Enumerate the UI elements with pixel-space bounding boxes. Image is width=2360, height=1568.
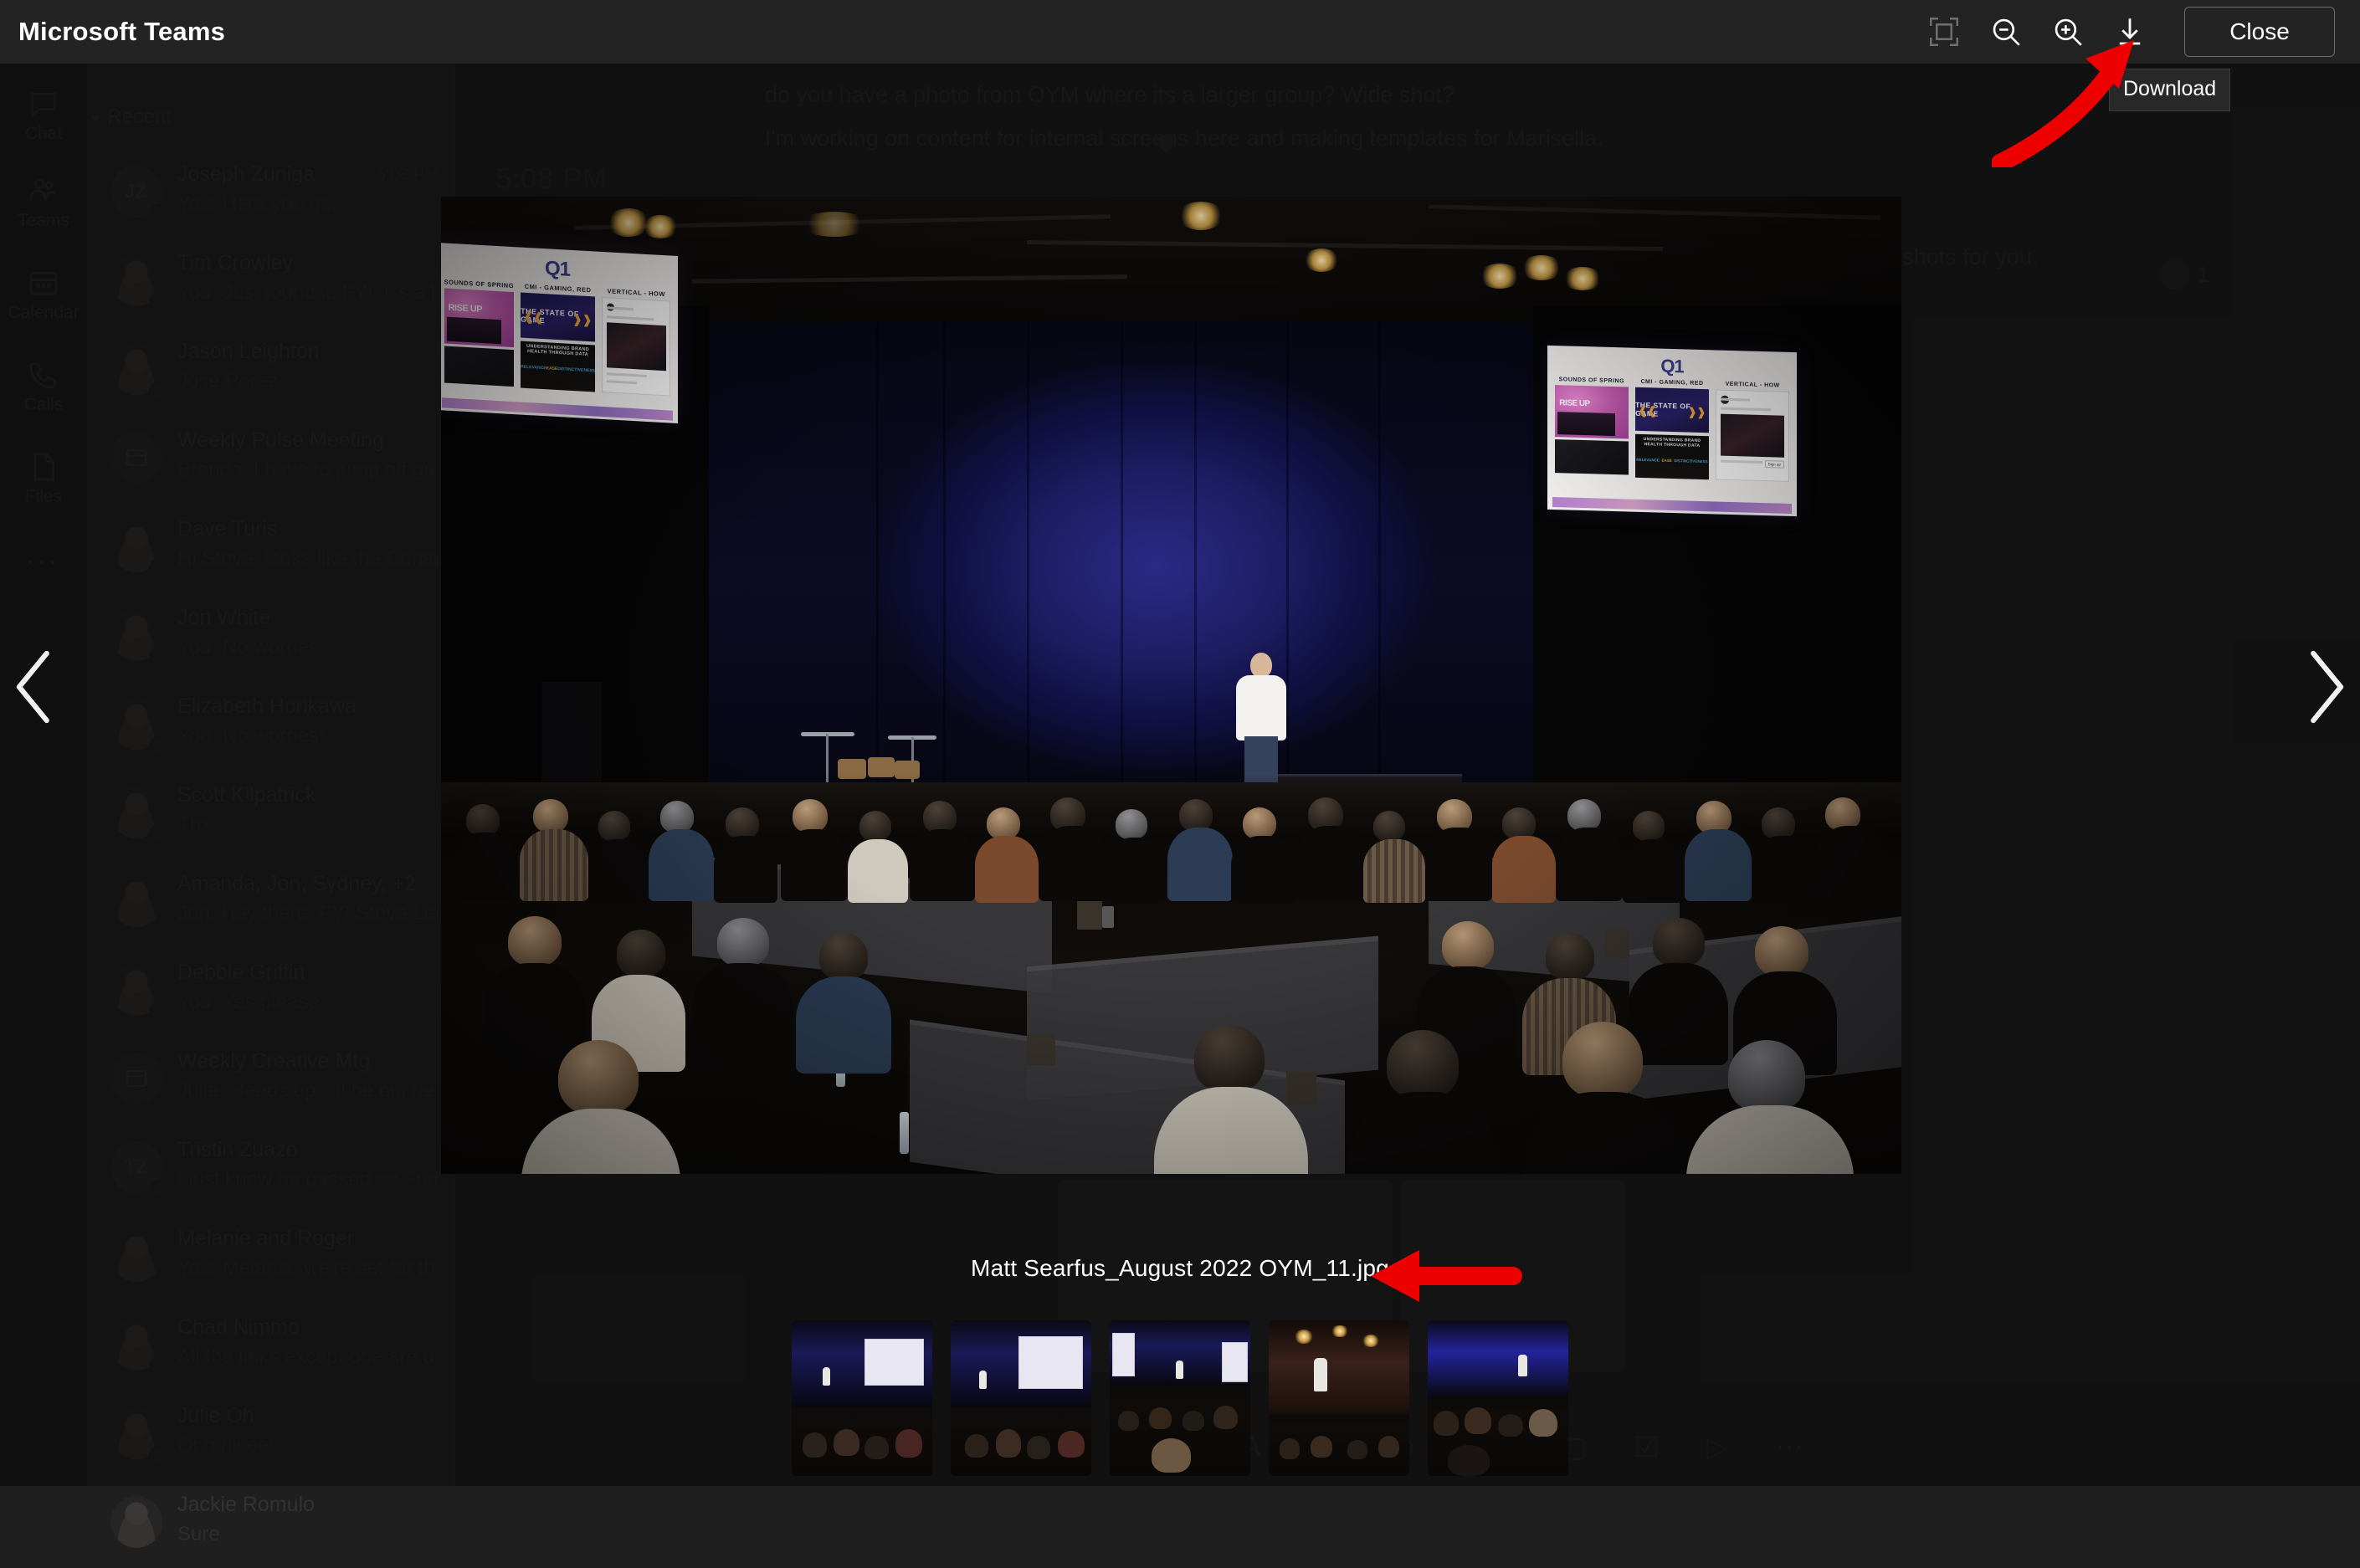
zoom-out-icon[interactable] (1975, 1, 2037, 63)
thumbnail-item[interactable] (1428, 1320, 1568, 1476)
download-tooltip: Download (2109, 69, 2230, 111)
avatar (110, 1496, 162, 1548)
projection-screen-right: Q1 SOUNDS OF SPRING RISE UP CMI - GAMING… (1547, 346, 1797, 516)
chat-preview: Sure (177, 1523, 1433, 1546)
previous-image-button[interactable] (5, 644, 67, 730)
brand-pillar: RELEVANCE (521, 364, 546, 371)
download-icon[interactable] (2099, 1, 2161, 63)
thumbnail-item[interactable] (1110, 1320, 1250, 1476)
slide-tile-label: RISE UP (1559, 398, 1590, 408)
slide-column-heading: VERTICAL - HOW (1716, 381, 1789, 388)
fit-to-screen-icon[interactable] (1913, 1, 1975, 63)
slide-cta-button: Sign up (1765, 460, 1784, 469)
slide-column-heading: SOUNDS OF SPRING (1555, 377, 1629, 384)
main-image[interactable]: Q1 SOUNDS OF SPRING RISE UP CMI - GAMING… (441, 197, 1901, 1174)
close-button[interactable]: Close (2184, 7, 2335, 57)
photo-caption-filename: Matt Searfus_August 2022 OYM_11.jpg (0, 1255, 2360, 1282)
viewer-title: Microsoft Teams (18, 17, 225, 47)
slide-column-heading: SOUNDS OF SPRING (444, 278, 514, 290)
slide-tile-label: RISE UP (449, 303, 483, 315)
photo-canvas: Q1 SOUNDS OF SPRING RISE UP CMI - GAMING… (441, 197, 1901, 1174)
audience (441, 774, 1901, 1174)
chat-name: Jackie Romulo (177, 1493, 428, 1517)
brand-pillar: DISTINCTIVENESS (1674, 459, 1707, 464)
slide-column-heading: VERTICAL - HOW (602, 287, 670, 299)
thumbnail-item[interactable] (792, 1320, 932, 1476)
brand-pillar: RELEVANCE (1636, 458, 1659, 463)
slide-column-heading: CMI - GAMING, RED (1635, 379, 1709, 387)
stage-monitor-speaker (541, 682, 602, 782)
image-viewer-toolbar: Microsoft Teams Close (0, 0, 2360, 64)
slide-tile-label: UNDERSTANDING BRAND HEALTH THROUGH DATA (521, 344, 595, 358)
slide-tile-label: UNDERSTANDING BRAND HEALTH THROUGH DATA (1635, 437, 1709, 448)
thumbnail-item[interactable] (1269, 1320, 1409, 1476)
zoom-in-icon[interactable] (2037, 1, 2099, 63)
next-image-button[interactable] (2293, 644, 2355, 730)
brand-pillar: DISTINCTIVENESS (557, 366, 595, 374)
brand-pillar: EASE (546, 366, 558, 372)
projection-screen-left: Q1 SOUNDS OF SPRING RISE UP CMI - GAMING… (441, 243, 678, 423)
thumbnail-item[interactable] (951, 1320, 1091, 1476)
brand-pillar: EASE (1661, 458, 1671, 462)
chat-list-item[interactable]: Jackie Romulo Sure (87, 1479, 455, 1568)
thumbnail-strip (0, 1320, 2360, 1476)
slide-quarter: Q1 (1555, 352, 1789, 381)
stage-speaker-person (1236, 653, 1286, 791)
